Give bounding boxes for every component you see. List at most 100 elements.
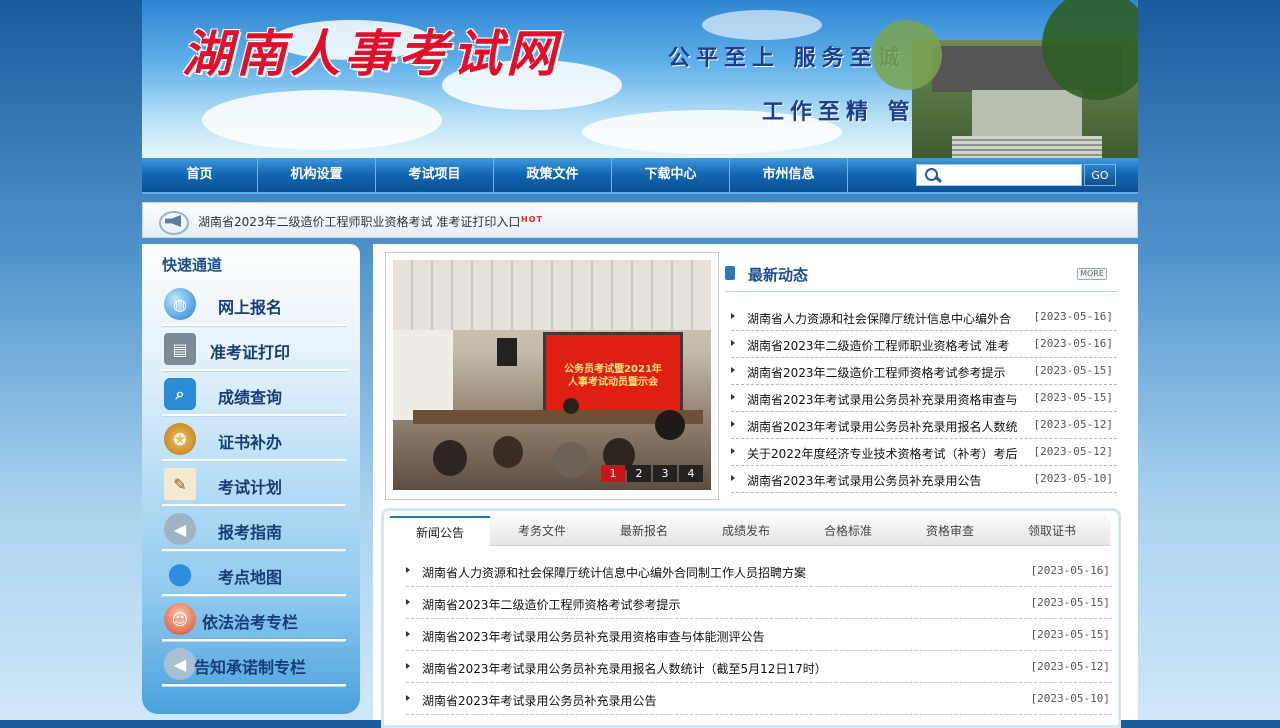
arrow-right-icon — [406, 631, 410, 637]
news-date: [2023-05-10] — [1033, 472, 1113, 485]
sidebar-item-label: 考试计划 — [218, 478, 283, 497]
list-item[interactable]: 湖南省2023年二级造价工程师职业资格考试 准考 [2023-05-16] — [731, 331, 1117, 358]
list-item[interactable]: 湖南省2023年考试录用公务员补充录用报名人数统计（截至5月12日17时） [2… — [406, 651, 1112, 683]
sidebar-item-test-site-map[interactable]: ⬤ 考点地图 — [162, 552, 346, 596]
sidebar-item-label: 依法治考专栏 — [202, 613, 299, 632]
arrow-right-icon — [406, 695, 410, 701]
tab-collect-certificate[interactable]: 领取证书 — [1002, 516, 1102, 546]
sidebar-item-law-column[interactable]: ☺ 依法治考专栏 — [162, 597, 346, 641]
announcement-link[interactable]: 湖南省2023年二级造价工程师资格考试参考提示 — [422, 596, 681, 613]
nav-home[interactable]: 首页 — [142, 158, 258, 192]
nav-organization[interactable]: 机构设置 — [258, 158, 376, 192]
announcement-date: [2023-05-12] — [1030, 660, 1110, 673]
news-date: [2023-05-16] — [1033, 310, 1113, 323]
screen-text-line2: 人事考试动员暨示会 — [568, 377, 658, 388]
more-button[interactable]: MORE — [1077, 268, 1107, 280]
list-item[interactable]: 湖南省2023年考试录用公务员补充录用资格审查与体能测评公告 [2023-05-… — [406, 619, 1112, 651]
latest-news-panel: 最新动态 MORE 湖南省人力资源和社会保障厅统计信息中心编外合 [2023-0… — [725, 252, 1117, 502]
sidebar-item-exam-plan[interactable]: ✎ 考试计划 — [162, 462, 346, 506]
tab-bar: 新闻公告 考务文件 最新报名 成绩发布 合格标准 资格审查 领取证书 — [390, 516, 1110, 547]
announcement-link[interactable]: 湖南省2023年考试录用公务员补充录用报名人数统计（截至5月12日17时） — [422, 660, 827, 677]
sidebar-item-label: 准考证打印 — [210, 343, 291, 362]
news-link[interactable]: 湖南省2023年考试录用公务员补充录用公告 — [747, 472, 1025, 489]
search-box — [916, 164, 1082, 186]
sidebar-item-label: 报考指南 — [218, 523, 283, 542]
arrow-right-icon — [406, 567, 410, 573]
announcement-date: [2023-05-15] — [1030, 628, 1110, 641]
news-link[interactable]: 湖南省2023年二级造价工程师职业资格考试 准考 — [747, 337, 1025, 354]
sidebar-title: 快速通道 — [162, 256, 223, 274]
list-item[interactable]: 湖南省2023年考试录用公务员补充录用报名人数统 [2023-05-12] — [731, 412, 1117, 439]
news-link[interactable]: 湖南省2023年考试录用公务员补充录用报名人数统 — [747, 418, 1025, 435]
section-bullet-icon — [725, 266, 735, 280]
nav-policy-documents[interactable]: 政策文件 — [494, 158, 612, 192]
slide-page-button[interactable]: 3 — [653, 465, 677, 482]
news-date: [2023-05-16] — [1033, 337, 1113, 350]
list-item[interactable]: 关于2022年度经济专业技术资格考试（补考）考后 [2023-05-12] — [731, 439, 1117, 466]
announcement-link[interactable]: 湖南省2023年考试录用公务员补充录用资格审查与体能测评公告 — [422, 628, 765, 645]
arrow-right-icon — [406, 599, 410, 605]
megaphone-icon — [159, 209, 189, 235]
announcement-link[interactable]: 湖南省人力资源和社会保障厅统计信息中心编外合同制工作人员招聘方案 — [422, 564, 806, 581]
sidebar-item-score-query[interactable]: ⌕ 成绩查询 — [162, 372, 346, 416]
arrow-right-icon — [731, 340, 735, 346]
list-item[interactable]: 湖南省人力资源和社会保障厅统计信息中心编外合同制工作人员招聘方案 [2023-0… — [406, 555, 1112, 587]
news-date: [2023-05-12] — [1033, 418, 1113, 431]
list-item[interactable]: 湖南省人力资源和社会保障厅统计信息中心编外合 [2023-05-16] — [731, 304, 1117, 331]
sidebar-item-label: 网上报名 — [218, 298, 283, 317]
sidebar-item-online-registration[interactable]: ◍ 网上报名 — [162, 282, 346, 326]
arrow-right-icon — [731, 313, 735, 319]
notice-link[interactable]: 湖南省2023年二级造价工程师职业资格考试 准考证打印入口 — [198, 213, 520, 230]
arrow-right-icon — [731, 421, 735, 427]
slide-page-button[interactable]: 4 — [679, 465, 703, 482]
announcement-date: [2023-05-10] — [1030, 692, 1110, 705]
tab-qualification-review[interactable]: 资格审查 — [900, 516, 1000, 546]
tab-score-release[interactable]: 成绩发布 — [696, 516, 796, 546]
sidebar-item-exam-guide[interactable]: ◀ 报考指南 — [162, 507, 346, 551]
map-pin-icon: ⬤ — [167, 561, 193, 587]
tab-pass-standard[interactable]: 合格标准 — [798, 516, 898, 546]
news-date: [2023-05-15] — [1033, 391, 1113, 404]
slogan-top: 公平至上 服务至诚 — [668, 45, 906, 71]
news-date: [2023-05-15] — [1033, 364, 1113, 377]
search-go-button[interactable]: GO — [1084, 164, 1116, 186]
search-input[interactable] — [926, 165, 1081, 185]
list-item[interactable]: 湖南省2023年考试录用公务员补充录用资格审查与 [2023-05-15] — [731, 385, 1117, 412]
page-container: 湖南人事考试网 公平至上 服务至诚 工作至精 管理至严 首页 机构设置 考试项目… — [142, 0, 1138, 728]
list-item[interactable]: 湖南省2023年考试录用公务员补充录用公告 [2023-05-10] — [406, 683, 1112, 715]
latest-news-header: 最新动态 MORE — [725, 262, 1117, 292]
nav-city-info[interactable]: 市州信息 — [730, 158, 848, 192]
news-link[interactable]: 湖南省2023年二级造价工程师资格考试参考提示 — [747, 364, 1025, 381]
arrow-right-icon — [731, 475, 735, 481]
news-link[interactable]: 湖南省2023年考试录用公务员补充录用资格审查与 — [747, 391, 1025, 408]
nav-download-center[interactable]: 下载中心 — [612, 158, 730, 192]
announcement-date: [2023-05-15] — [1030, 596, 1110, 609]
site-banner: 湖南人事考试网 公平至上 服务至诚 工作至精 管理至严 — [142, 0, 1138, 158]
news-link[interactable]: 关于2022年度经济专业技术资格考试（补考）考后 — [747, 445, 1025, 462]
sidebar-item-admission-ticket[interactable]: ▤ 准考证打印 — [162, 327, 346, 371]
tab-news-announcements[interactable]: 新闻公告 — [390, 516, 490, 547]
slide-page-button[interactable]: 2 — [627, 465, 651, 482]
list-item[interactable]: 湖南省2023年考试录用公务员补充录用公告 [2023-05-10] — [731, 466, 1117, 493]
megaphone-icon: ◀ — [164, 513, 196, 545]
arrow-right-icon — [731, 394, 735, 400]
certificate-icon: ✪ — [164, 423, 196, 455]
sidebar-item-commitment-column[interactable]: ◀ 告知承诺制专栏 — [162, 642, 346, 686]
main-content: 公务员考试暨2021年 人事考试动员暨示会 1 2 3 4 最新动态 MORE … — [373, 244, 1138, 728]
slide-page-button[interactable]: 1 — [601, 465, 625, 482]
tab-exam-documents[interactable]: 考务文件 — [492, 516, 592, 546]
announcement-date: [2023-05-16] — [1030, 564, 1110, 577]
tab-latest-registration[interactable]: 最新报名 — [594, 516, 694, 546]
sidebar-item-certificate-reissue[interactable]: ✪ 证书补办 — [162, 417, 346, 461]
news-link[interactable]: 湖南省人力资源和社会保障厅统计信息中心编外合 — [747, 310, 1025, 327]
search-icon — [917, 165, 938, 185]
announcement-link[interactable]: 湖南省2023年考试录用公务员补充录用公告 — [422, 692, 657, 709]
arrow-right-icon — [731, 448, 735, 454]
slideshow-photo[interactable]: 公务员考试暨2021年 人事考试动员暨示会 1 2 3 4 — [393, 260, 711, 490]
arrow-right-icon — [731, 367, 735, 373]
list-item[interactable]: 湖南省2023年二级造价工程师资格考试参考提示 [2023-05-15] — [731, 358, 1117, 385]
list-item[interactable]: 湖南省2023年二级造价工程师资格考试参考提示 [2023-05-15] — [406, 587, 1112, 619]
latest-news-list: 湖南省人力资源和社会保障厅统计信息中心编外合 [2023-05-16] 湖南省2… — [731, 304, 1117, 493]
nav-exam-projects[interactable]: 考试项目 — [376, 158, 494, 192]
sidebar-item-label: 告知承诺制专栏 — [194, 658, 307, 677]
